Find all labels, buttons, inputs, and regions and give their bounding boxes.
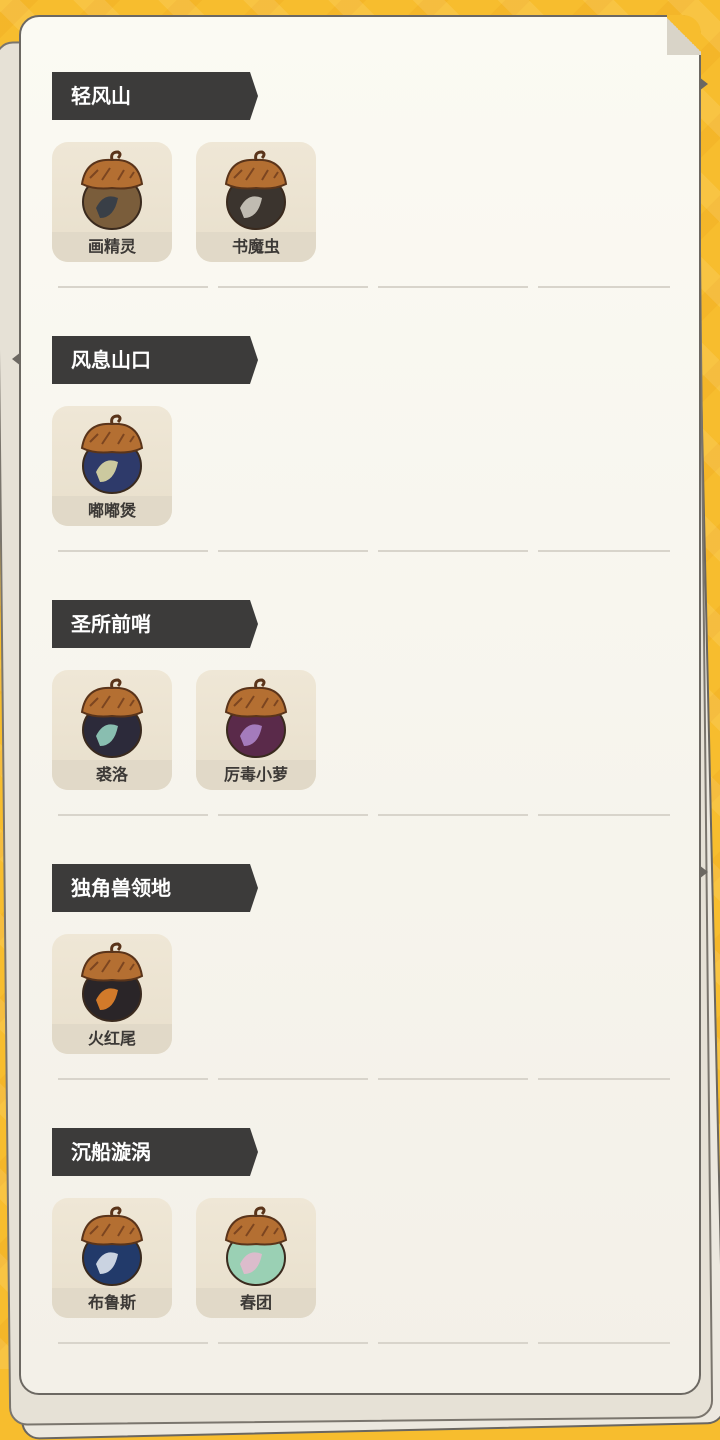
- venom-radish-acorn-icon: [224, 678, 288, 758]
- page-notch: [12, 352, 21, 366]
- region-title: 独角兽领地: [52, 864, 258, 912]
- creature-card[interactable]: 画精灵: [52, 142, 172, 262]
- creature-name: 春团: [196, 1288, 316, 1318]
- creature-card[interactable]: 书魔虫: [196, 142, 316, 262]
- spring-ball-acorn-icon: [224, 1206, 288, 1286]
- creature-list: 画精灵 书魔虫: [52, 142, 316, 262]
- creature-list: 布鲁斯 春团: [52, 1198, 316, 1318]
- page-corner-fold: [667, 15, 701, 55]
- section-divider: [58, 286, 670, 288]
- creature-card[interactable]: 火红尾: [52, 934, 172, 1054]
- book-bug-acorn-icon: [224, 150, 288, 230]
- blues-acorn-icon: [80, 1206, 144, 1286]
- creature-card[interactable]: 春团: [196, 1198, 316, 1318]
- section-divider: [58, 550, 670, 552]
- creature-card[interactable]: 布鲁斯: [52, 1198, 172, 1318]
- creature-list: 火红尾: [52, 934, 172, 1054]
- creature-name: 书魔虫: [196, 232, 316, 262]
- region-section: 独角兽领地 火红尾: [52, 824, 672, 1088]
- section-divider: [58, 1342, 670, 1344]
- creature-name: 厉毒小萝: [196, 760, 316, 790]
- julo-acorn-icon: [80, 678, 144, 758]
- creature-card[interactable]: 裘洛: [52, 670, 172, 790]
- painting-sprite-acorn-icon: [80, 150, 144, 230]
- region-title: 风息山口: [52, 336, 258, 384]
- region-section: 轻风山画精灵 书魔虫: [52, 32, 672, 296]
- creature-name: 裘洛: [52, 760, 172, 790]
- creature-card[interactable]: 厉毒小萝: [196, 670, 316, 790]
- section-divider: [58, 814, 670, 816]
- page-notch: [699, 865, 708, 879]
- region-section: 沉船漩涡布鲁斯 春团: [52, 1088, 672, 1352]
- region-title: 圣所前哨: [52, 600, 258, 648]
- region-title: 轻风山: [52, 72, 258, 120]
- region-title: 沉船漩涡: [52, 1128, 258, 1176]
- fire-tail-acorn-icon: [80, 942, 144, 1022]
- creature-name: 嘟嘟煲: [52, 496, 172, 526]
- region-section: 圣所前哨裘洛 厉毒小萝: [52, 560, 672, 824]
- creature-list: 嘟嘟煲: [52, 406, 172, 526]
- region-section: 风息山口 嘟嘟煲: [52, 296, 672, 560]
- catalog-panel[interactable]: 轻风山画精灵 书魔虫风息山口嘟嘟煲圣所前哨裘洛 厉毒小萝独角兽领地火红尾沉船漩涡布鲁…: [12, 15, 708, 1395]
- creature-name: 布鲁斯: [52, 1288, 172, 1318]
- page-notch: [699, 77, 708, 91]
- creature-list: 裘洛 厉毒小萝: [52, 670, 316, 790]
- creature-name: 火红尾: [52, 1024, 172, 1054]
- pot-acorn-icon: [80, 414, 144, 494]
- creature-name: 画精灵: [52, 232, 172, 262]
- creature-card[interactable]: 嘟嘟煲: [52, 406, 172, 526]
- section-divider: [58, 1078, 670, 1080]
